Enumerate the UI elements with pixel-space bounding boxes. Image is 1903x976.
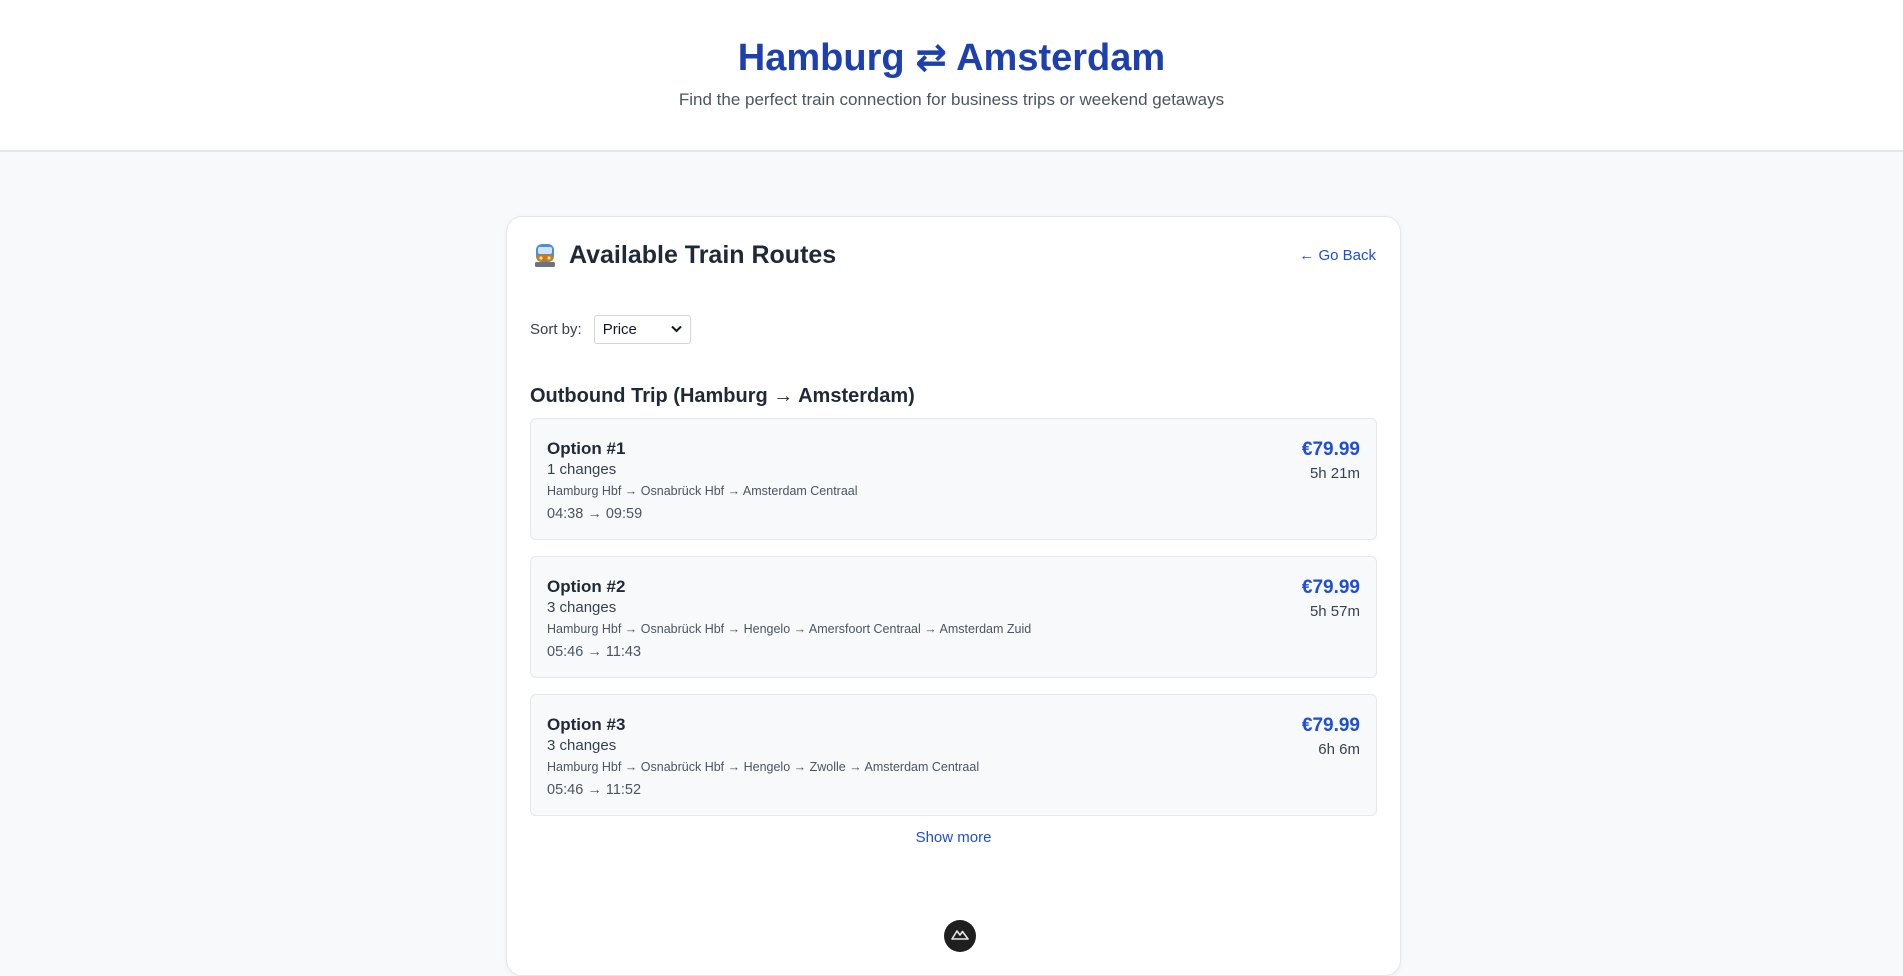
route-price: €79.99 xyxy=(1301,577,1360,598)
route-price: €79.99 xyxy=(1301,715,1360,736)
route-option-label: Option #2 xyxy=(547,577,626,596)
section-title: Outbound Trip (Hamburg → Amsterdam) xyxy=(530,385,915,407)
show-more-link[interactable]: Show more xyxy=(507,829,1400,846)
page-title: Hamburg ⇄ Amsterdam xyxy=(737,37,1166,79)
route-duration: 5h 57m xyxy=(1309,603,1360,620)
routes-card: Available Train Routes ← Go Back Sort by… xyxy=(506,216,1401,976)
route-stations: Hamburg Hbf → Osnabrück Hbf → Hengelo → … xyxy=(547,622,1032,636)
route-times: 05:46 → 11:43 xyxy=(547,644,642,660)
sort-label: Sort by: xyxy=(530,321,582,338)
route-option-3[interactable]: Option #3 3 changes Hamburg Hbf → Osnabr… xyxy=(530,694,1377,816)
chevron-down-icon xyxy=(670,324,682,336)
route-duration: 5h 21m xyxy=(1309,465,1360,482)
route-option-label: Option #1 xyxy=(547,439,626,458)
sort-selected-value: Price xyxy=(602,321,637,338)
route-changes: 3 changes xyxy=(547,599,617,616)
floating-action-button[interactable] xyxy=(944,920,976,952)
card-title: Available Train Routes xyxy=(533,241,836,270)
card-header: Available Train Routes ← Go Back xyxy=(533,241,1376,270)
route-stations: Hamburg Hbf → Osnabrück Hbf → Hengelo → … xyxy=(547,760,980,774)
sort-select[interactable]: Price xyxy=(593,315,691,344)
route-times: 04:38 → 09:59 xyxy=(547,506,643,522)
page-subtitle: Find the perfect train connection for bu… xyxy=(678,90,1225,109)
route-times: 05:46 → 11:52 xyxy=(547,782,642,798)
route-stations: Hamburg Hbf → Osnabrück Hbf → Amsterdam … xyxy=(547,484,858,498)
go-back-link[interactable]: ← Go Back xyxy=(1299,247,1376,264)
route-option-1[interactable]: Option #1 1 changes Hamburg Hbf → Osnabr… xyxy=(530,418,1377,540)
route-price: €79.99 xyxy=(1301,439,1360,460)
sort-row: Sort by: Price xyxy=(530,315,691,344)
route-changes: 3 changes xyxy=(547,737,617,754)
page-header: Hamburg ⇄ Amsterdam Find the perfect tra… xyxy=(0,0,1903,152)
route-changes: 1 changes xyxy=(547,461,617,478)
route-option-2[interactable]: Option #2 3 changes Hamburg Hbf → Osnabr… xyxy=(530,556,1377,678)
card-title-text: Available Train Routes xyxy=(569,241,837,269)
route-list: Option #1 1 changes Hamburg Hbf → Osnabr… xyxy=(530,418,1377,832)
train-icon xyxy=(533,243,557,269)
route-duration: 6h 6m xyxy=(1318,741,1360,758)
route-option-label: Option #3 xyxy=(547,715,626,734)
